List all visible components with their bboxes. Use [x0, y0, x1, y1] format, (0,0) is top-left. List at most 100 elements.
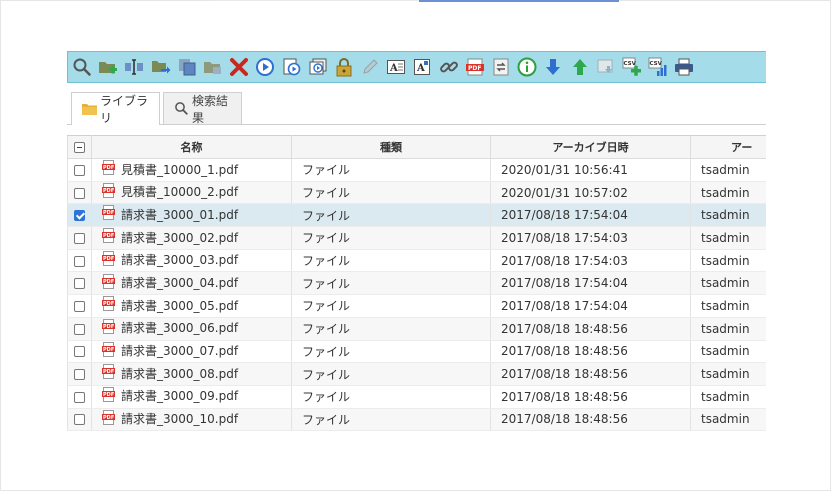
file-type-cell: ファイル — [291, 203, 491, 228]
file-name-cell[interactable]: PDF 請求書_3000_07.pdf — [91, 340, 292, 364]
csv-chart-icon[interactable]: CSV — [646, 55, 670, 79]
row-checkbox[interactable] — [74, 210, 85, 222]
tab-search-results-label: 検索結果 — [192, 93, 229, 125]
row-checkbox-cell — [67, 317, 92, 341]
top-accent-bar — [419, 0, 619, 2]
info-icon[interactable] — [515, 55, 539, 79]
pdf-file-icon: PDF — [102, 182, 115, 201]
pdf-file-icon: PDF — [102, 341, 115, 360]
file-name: 請求書_3000_01.pdf — [121, 207, 239, 222]
rename-icon[interactable] — [122, 55, 146, 79]
file-name-cell[interactable]: PDF 請求書_3000_04.pdf — [91, 271, 292, 296]
paste-icon[interactable] — [201, 55, 225, 79]
file-name: 請求書_3000_04.pdf — [121, 276, 239, 291]
table-row[interactable]: PDF 請求書_3000_01.pdf ファイル 2017/08/18 17:54:0… — [67, 203, 766, 228]
archive-date-cell: 2017/08/18 18:48:56 — [490, 340, 691, 364]
tab-search-results[interactable]: 検索結果 — [163, 92, 242, 125]
file-name-cell[interactable]: PDF 請求書_3000_06.pdf — [91, 317, 292, 341]
pdf-file-icon: PDF — [102, 160, 115, 178]
table-row[interactable]: PDF 請求書_3000_07.pdf ファイル 2017/08/18 18:48:5… — [67, 340, 766, 364]
svg-text:PDF: PDF — [103, 188, 114, 194]
svg-text:PDF: PDF — [468, 65, 481, 72]
tab-library[interactable]: ライブラリ — [71, 92, 160, 125]
table-row[interactable]: PDF 見積書_10000_1.pdf ファイル 2020/01/31 10:56:4… — [67, 158, 766, 182]
delete-icon[interactable] — [227, 55, 251, 79]
edit-pen-icon[interactable] — [358, 55, 382, 79]
file-name-cell[interactable]: PDF 請求書_3000_09.pdf — [91, 385, 292, 409]
arrow-down-icon[interactable] — [541, 55, 565, 79]
arrow-up-icon[interactable] — [568, 55, 592, 79]
file-name-cell[interactable]: PDF 請求書_3000_03.pdf — [91, 249, 292, 273]
row-checkbox[interactable] — [74, 187, 85, 199]
row-checkbox-cell — [67, 158, 92, 182]
file-name-cell[interactable]: PDF 請求書_3000_02.pdf — [91, 226, 292, 250]
archived-by-cell: tsadmin — [690, 203, 766, 228]
column-header-type[interactable]: 種類 — [291, 135, 491, 159]
file-name-cell[interactable]: PDF 請求書_3000_05.pdf — [91, 294, 292, 318]
file-type-cell: ファイル — [291, 385, 491, 409]
archive-date-cell: 2017/08/18 17:54:04 — [490, 203, 691, 228]
column-header-archive-date[interactable]: アーカイブ日時 — [490, 135, 691, 159]
move-icon[interactable] — [149, 55, 173, 79]
search-icon[interactable] — [70, 55, 94, 79]
add-folder-icon[interactable] — [96, 55, 120, 79]
row-checkbox[interactable] — [74, 232, 85, 244]
file-name: 請求書_3000_07.pdf — [121, 344, 239, 359]
table-row[interactable]: PDF 請求書_3000_06.pdf ファイル 2017/08/18 18:48:5… — [67, 317, 766, 341]
play-icon[interactable] — [253, 55, 277, 79]
archived-by-cell: tsadmin — [690, 385, 766, 409]
svg-text:CSV: CSV — [650, 61, 663, 67]
play-document-icon[interactable] — [280, 55, 304, 79]
svg-text:PDF: PDF — [103, 392, 114, 398]
archived-by-cell: tsadmin — [690, 317, 766, 341]
lock-icon[interactable] — [332, 55, 356, 79]
table-row[interactable]: PDF 請求書_3000_03.pdf ファイル 2017/08/18 17:54:0… — [67, 249, 766, 273]
table-row[interactable]: PDF 請求書_3000_09.pdf ファイル 2017/08/18 18:48:5… — [67, 385, 766, 409]
row-checkbox[interactable] — [74, 346, 85, 358]
file-name: 請求書_3000_08.pdf — [121, 366, 239, 381]
row-checkbox[interactable] — [74, 414, 85, 426]
convert-icon[interactable] — [489, 55, 513, 79]
archive-date-cell: 2017/08/18 17:54:04 — [490, 294, 691, 318]
download-icon[interactable] — [594, 55, 618, 79]
file-table: 名称 種類 アーカイブ日時 アー PDF 見積書_10000_1.pdf ファイル 2… — [67, 135, 766, 431]
archived-by-cell: tsadmin — [690, 181, 766, 205]
row-checkbox[interactable] — [74, 300, 85, 312]
select-all-cell — [67, 135, 92, 159]
column-header-archived-by[interactable]: アー — [690, 135, 766, 159]
text-stamp-icon[interactable]: A — [410, 55, 434, 79]
file-name: 請求書_3000_05.pdf — [121, 298, 239, 313]
file-type-cell: ファイル — [291, 249, 491, 273]
file-name-cell[interactable]: PDF 請求書_3000_01.pdf — [91, 203, 292, 228]
row-checkbox-cell — [67, 271, 92, 296]
svg-text:PDF: PDF — [103, 165, 114, 171]
row-checkbox[interactable] — [74, 323, 85, 335]
table-row[interactable]: PDF 請求書_3000_08.pdf ファイル 2017/08/18 18:48:5… — [67, 362, 766, 386]
table-row[interactable]: PDF 見積書_10000_2.pdf ファイル 2020/01/31 10:57:0… — [67, 181, 766, 205]
table-row[interactable]: PDF 請求書_3000_02.pdf ファイル 2017/08/18 17:54:0… — [67, 226, 766, 250]
row-checkbox[interactable] — [74, 164, 85, 176]
pdf-file-icon: PDF — [102, 318, 115, 337]
copy-icon[interactable] — [175, 55, 199, 79]
select-all-checkbox[interactable] — [74, 142, 85, 153]
file-name-cell[interactable]: PDF 見積書_10000_2.pdf — [91, 181, 292, 205]
play-slides-icon[interactable] — [306, 55, 330, 79]
pdf-file-icon: PDF — [102, 273, 115, 292]
link-icon[interactable] — [437, 55, 461, 79]
row-checkbox[interactable] — [74, 255, 85, 267]
table-row[interactable]: PDF 請求書_3000_04.pdf ファイル 2017/08/18 17:54:0… — [67, 271, 766, 296]
print-icon[interactable] — [672, 55, 696, 79]
file-name-cell[interactable]: PDF 見積書_10000_1.pdf — [91, 158, 292, 182]
column-header-name[interactable]: 名称 — [91, 135, 292, 159]
archived-by-cell: tsadmin — [690, 226, 766, 250]
csv-add-icon[interactable]: CSV — [620, 55, 644, 79]
file-name-cell[interactable]: PDF 請求書_3000_10.pdf — [91, 408, 292, 431]
file-name-cell[interactable]: PDF 請求書_3000_08.pdf — [91, 362, 292, 386]
table-row[interactable]: PDF 請求書_3000_05.pdf ファイル 2017/08/18 17:54:0… — [67, 294, 766, 318]
table-row[interactable]: PDF 請求書_3000_10.pdf ファイル 2017/08/18 18:48:5… — [67, 408, 766, 431]
row-checkbox[interactable] — [74, 391, 85, 403]
row-checkbox[interactable] — [74, 278, 85, 290]
text-annotation-icon[interactable]: A — [384, 55, 408, 79]
pdf-icon[interactable]: PDF — [463, 55, 487, 79]
row-checkbox[interactable] — [74, 369, 85, 381]
